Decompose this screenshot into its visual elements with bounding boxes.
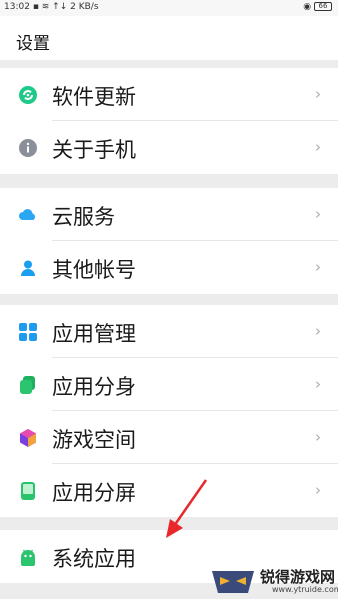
watermark-logo-icon bbox=[212, 571, 254, 593]
watermark-url: www.ytruide.com bbox=[272, 585, 338, 594]
watermark: 锐得游戏网 www.ytruide.com bbox=[208, 563, 338, 599]
annotation-arrow bbox=[166, 479, 208, 538]
watermark-text: 锐得游戏网 bbox=[260, 568, 336, 586]
